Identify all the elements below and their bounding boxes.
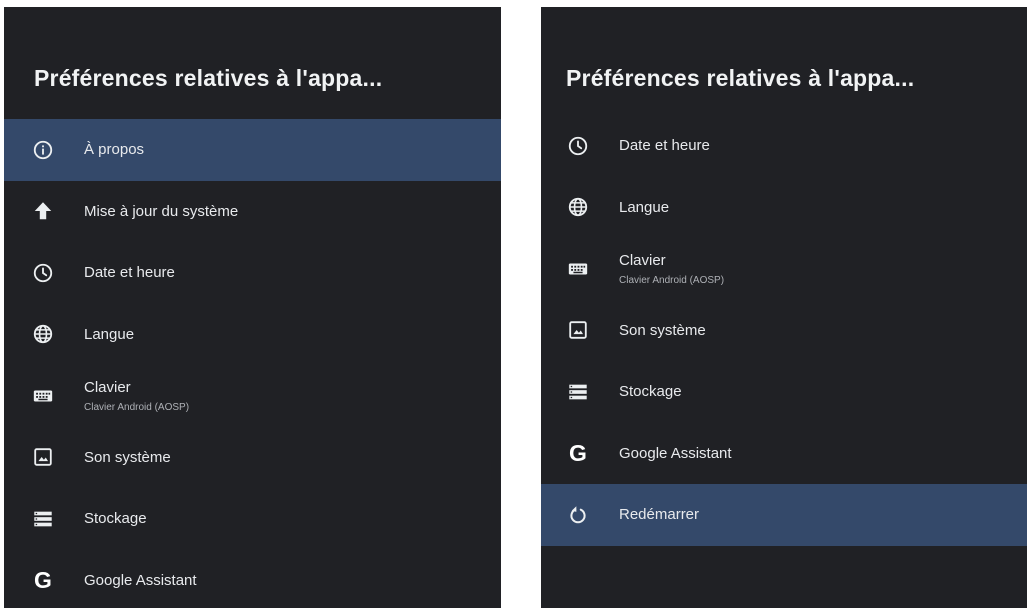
menu-item-clavier[interactable]: Clavier Clavier Android (AOSP) xyxy=(4,365,501,427)
page-title: Préférences relatives à l'appa... xyxy=(34,65,383,91)
menu-item-label: Date et heure xyxy=(619,137,710,155)
menu-item-stockage[interactable]: Stockage xyxy=(4,488,501,550)
settings-panel-left: Préférences relatives à l'appa... À prop… xyxy=(4,7,501,608)
menu-item-label: Son système xyxy=(619,321,706,339)
globe-icon xyxy=(32,323,54,345)
settings-panel-right: Préférences relatives à l'appa... Date e… xyxy=(541,7,1027,608)
menu-item-label: Redémarrer xyxy=(619,506,700,524)
google-icon: G xyxy=(34,567,52,594)
storage-icon xyxy=(32,508,54,530)
menu-item-label: Clavier xyxy=(84,378,131,396)
menu-item-redemarrer[interactable]: Redémarrer xyxy=(541,484,1027,546)
image-icon xyxy=(567,319,589,341)
menu-item-google-assistant[interactable]: G Google Assistant xyxy=(541,423,1027,485)
settings-menu: Date et heure Langue Clavier Clavier And… xyxy=(541,115,1027,546)
menu-item-clavier[interactable]: Clavier Clavier Android (AOSP) xyxy=(541,238,1027,300)
restart-icon xyxy=(567,504,589,526)
arrow-up-icon xyxy=(32,200,54,222)
menu-item-label: Google Assistant xyxy=(619,444,732,462)
menu-item-label: Clavier xyxy=(619,251,666,269)
image-icon xyxy=(32,446,54,468)
menu-item-label: Stockage xyxy=(619,383,682,401)
menu-item-label: Google Assistant xyxy=(84,571,197,589)
keyboard-icon xyxy=(567,258,589,280)
info-icon xyxy=(32,139,54,161)
menu-item-a-propos[interactable]: À propos xyxy=(4,119,501,181)
menu-item-date-et-heure[interactable]: Date et heure xyxy=(4,242,501,304)
menu-item-label: Stockage xyxy=(84,510,147,528)
globe-icon xyxy=(567,196,589,218)
menu-item-label: Son système xyxy=(84,448,171,466)
menu-item-label: À propos xyxy=(84,141,145,159)
menu-item-mise-a-jour[interactable]: Mise à jour du système xyxy=(4,181,501,243)
menu-item-label: Date et heure xyxy=(84,264,175,282)
menu-item-son-systeme[interactable]: Son système xyxy=(4,427,501,489)
clock-icon xyxy=(32,262,54,284)
menu-item-sublabel: Clavier Android (AOSP) xyxy=(619,274,725,286)
clock-icon xyxy=(567,135,589,157)
settings-menu: À propos Mise à jour du système Date et … xyxy=(4,119,501,608)
menu-item-son-systeme[interactable]: Son système xyxy=(541,300,1027,362)
menu-item-date-et-heure[interactable]: Date et heure xyxy=(541,115,1027,177)
menu-item-langue[interactable]: Langue xyxy=(4,304,501,366)
google-icon: G xyxy=(569,440,587,467)
menu-item-label: Langue xyxy=(84,325,135,343)
menu-item-label: Langue xyxy=(619,198,670,216)
menu-item-label: Mise à jour du système xyxy=(84,202,239,220)
keyboard-icon xyxy=(32,385,54,407)
page-title: Préférences relatives à l'appa... xyxy=(566,65,915,91)
storage-icon xyxy=(567,381,589,403)
menu-item-google-assistant[interactable]: G Google Assistant xyxy=(4,550,501,608)
menu-item-stockage[interactable]: Stockage xyxy=(541,361,1027,423)
menu-item-sublabel: Clavier Android (AOSP) xyxy=(84,401,190,413)
menu-item-langue[interactable]: Langue xyxy=(541,177,1027,239)
